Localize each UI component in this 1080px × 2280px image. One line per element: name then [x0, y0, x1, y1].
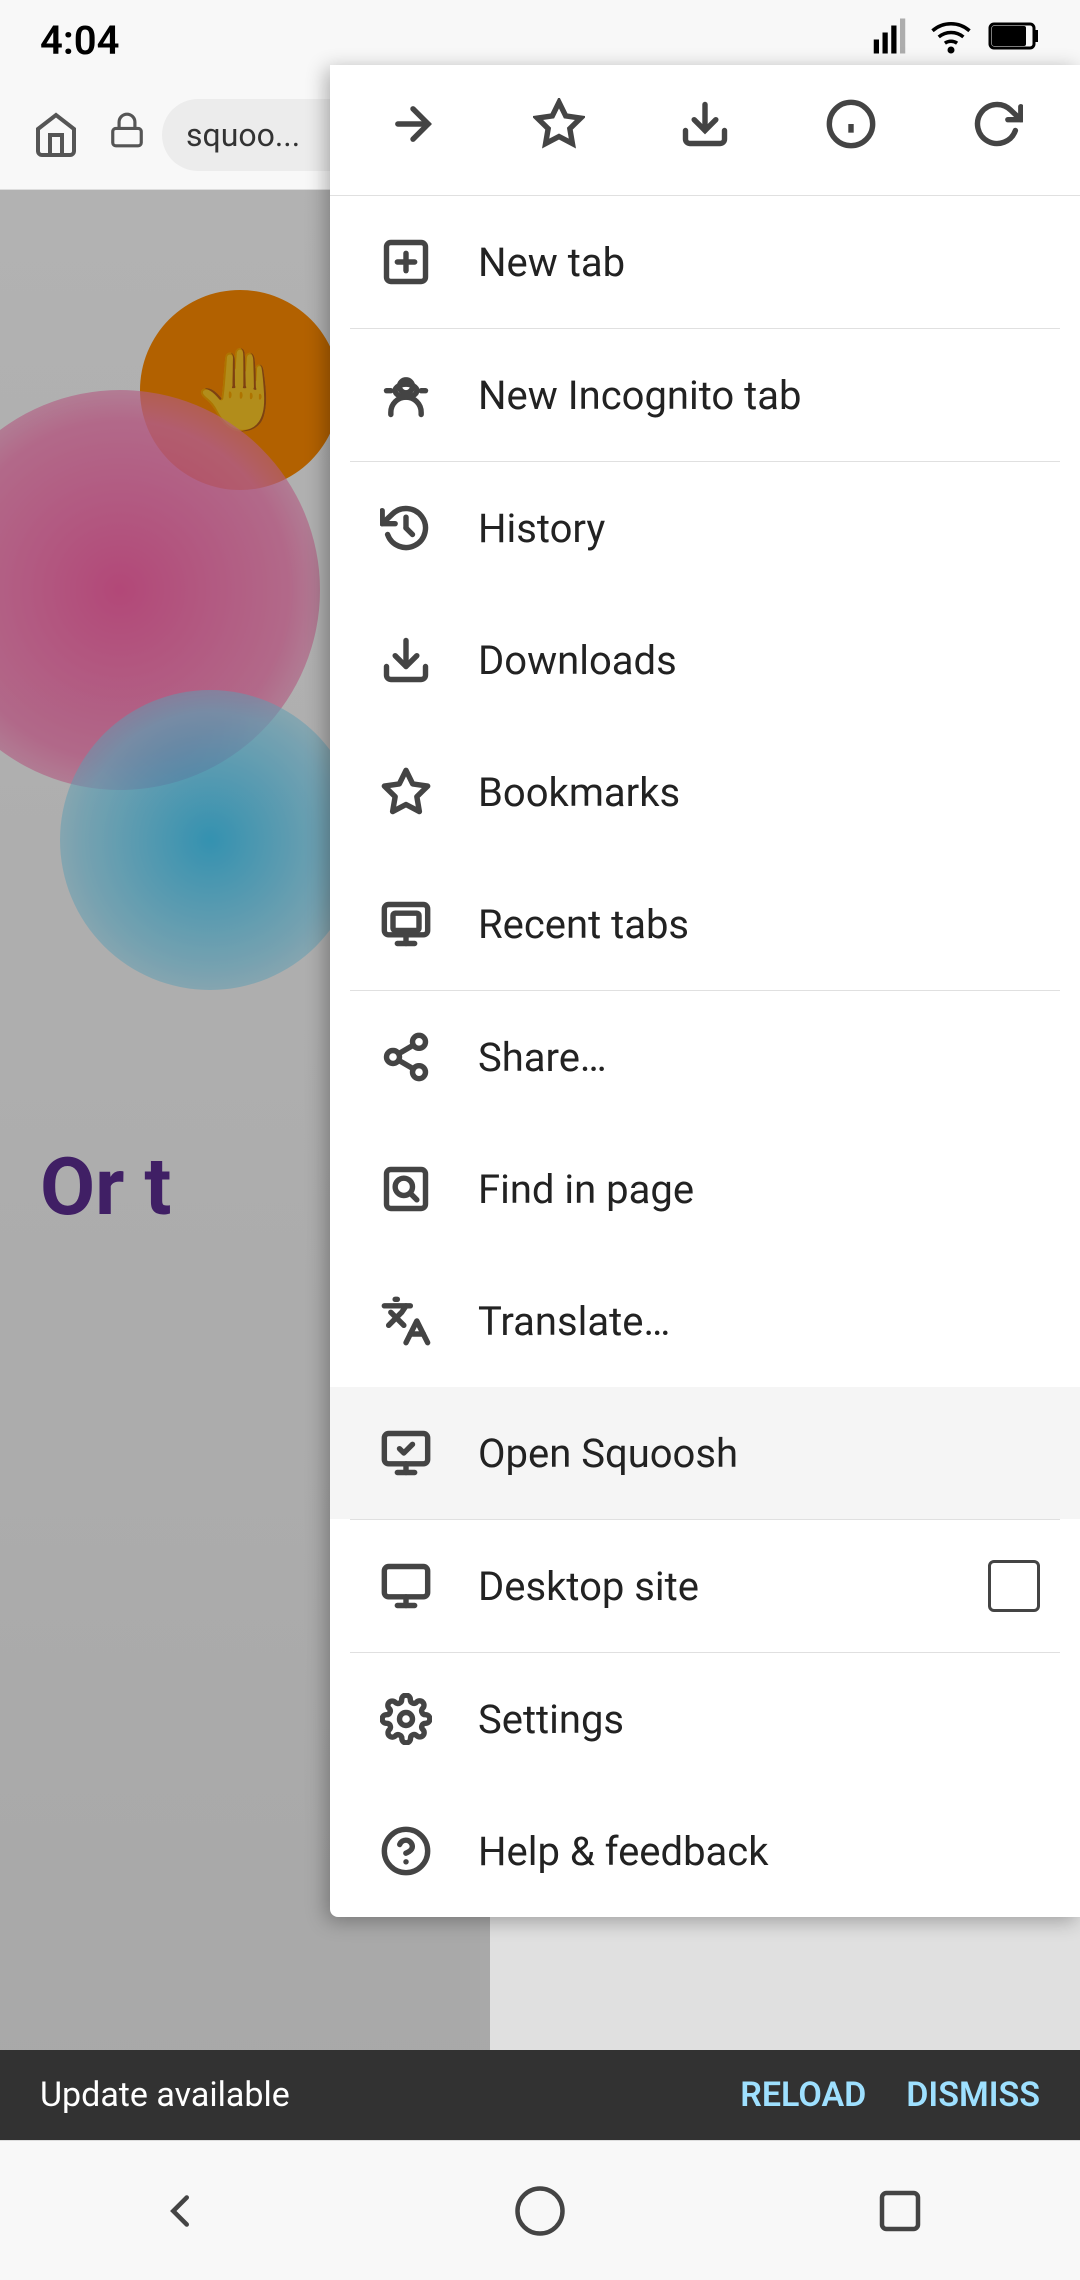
menu-item-share[interactable]: Share…	[330, 991, 1080, 1123]
lock-icon	[108, 111, 146, 158]
incognito-icon	[370, 359, 442, 431]
back-button[interactable]	[120, 2161, 240, 2261]
find-in-page-icon	[370, 1153, 442, 1225]
new-tab-label: New tab	[478, 239, 1040, 286]
menu-item-new-incognito-tab[interactable]: New Incognito tab	[330, 329, 1080, 461]
new-tab-icon	[370, 226, 442, 298]
menu-item-new-tab[interactable]: New tab	[330, 196, 1080, 328]
help-feedback-label: Help & feedback	[478, 1828, 1040, 1875]
bookmarks-icon	[370, 756, 442, 828]
menu-item-open-squoosh[interactable]: Open Squoosh	[330, 1387, 1080, 1519]
open-squoosh-icon	[370, 1417, 442, 1489]
downloads-icon	[370, 624, 442, 696]
settings-label: Settings	[478, 1696, 1040, 1743]
status-icons	[872, 15, 1040, 66]
dropdown-toolbar	[330, 65, 1080, 196]
download-button[interactable]	[655, 85, 755, 175]
history-label: History	[478, 505, 1040, 552]
help-icon	[370, 1815, 442, 1887]
nav-bar	[0, 2140, 1080, 2280]
share-icon	[370, 1021, 442, 1093]
desktop-site-label: Desktop site	[478, 1563, 988, 1610]
new-incognito-tab-label: New Incognito tab	[478, 372, 1040, 419]
update-bar: Update available RELOAD DISMISS	[0, 2050, 1080, 2140]
menu-item-desktop-site[interactable]: Desktop site	[330, 1520, 1080, 1652]
dismiss-button[interactable]: DISMISS	[906, 2075, 1040, 2115]
recents-button[interactable]	[840, 2161, 960, 2261]
menu-item-help-feedback[interactable]: Help & feedback	[330, 1785, 1080, 1917]
info-button[interactable]	[801, 85, 901, 175]
home-nav-button[interactable]	[480, 2161, 600, 2261]
translate-icon	[370, 1285, 442, 1357]
settings-icon	[370, 1683, 442, 1755]
home-button[interactable]	[20, 99, 92, 171]
menu-item-bookmarks[interactable]: Bookmarks	[330, 726, 1080, 858]
menu-item-translate[interactable]: Translate…	[330, 1255, 1080, 1387]
status-time: 4:04	[40, 17, 119, 64]
menu-item-downloads[interactable]: Downloads	[330, 594, 1080, 726]
update-actions: RELOAD DISMISS	[740, 2075, 1040, 2115]
download-icon	[679, 98, 731, 163]
recent-tabs-label: Recent tabs	[478, 901, 1040, 948]
downloads-label: Downloads	[478, 637, 1040, 684]
bookmarks-label: Bookmarks	[478, 769, 1040, 816]
url-text: squoo...	[186, 116, 300, 154]
forward-icon	[387, 98, 439, 163]
recent-tabs-icon	[370, 888, 442, 960]
find-in-page-label: Find in page	[478, 1166, 1040, 1213]
menu-item-settings[interactable]: Settings	[330, 1653, 1080, 1785]
battery-icon	[988, 19, 1040, 61]
desktop-site-checkbox[interactable]	[988, 1560, 1040, 1612]
menu-item-recent-tabs[interactable]: Recent tabs	[330, 858, 1080, 990]
signal-icon	[872, 15, 914, 66]
translate-label: Translate…	[478, 1298, 1040, 1345]
share-label: Share…	[478, 1034, 1040, 1081]
wifi-icon	[930, 15, 972, 66]
open-squoosh-label: Open Squoosh	[478, 1430, 1040, 1477]
dropdown-menu: New tab New Incognito tab History Downlo…	[330, 65, 1080, 1917]
bookmark-star-button[interactable]	[509, 85, 609, 175]
reload-button[interactable]: RELOAD	[740, 2075, 866, 2115]
info-icon	[825, 98, 877, 163]
update-message: Update available	[40, 2075, 290, 2115]
refresh-button[interactable]	[947, 85, 1047, 175]
refresh-icon	[971, 98, 1023, 163]
menu-item-find-in-page[interactable]: Find in page	[330, 1123, 1080, 1255]
history-icon	[370, 492, 442, 564]
desktop-site-icon	[370, 1550, 442, 1622]
forward-button[interactable]	[363, 85, 463, 175]
menu-item-history[interactable]: History	[330, 462, 1080, 594]
star-icon	[533, 98, 585, 163]
